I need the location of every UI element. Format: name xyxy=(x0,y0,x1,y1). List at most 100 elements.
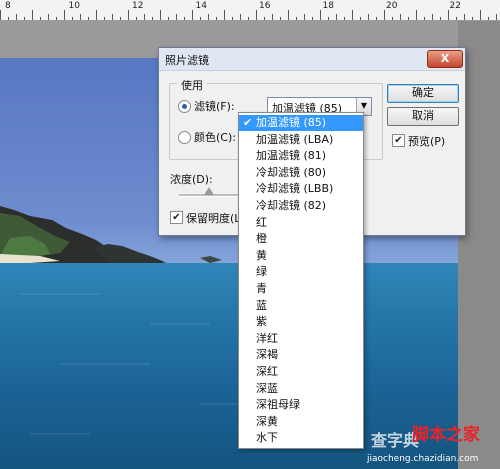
dropdown-option-label: 深蓝 xyxy=(256,381,278,395)
ruler-tick xyxy=(360,17,361,20)
dropdown-option[interactable]: 深蓝 xyxy=(239,381,363,397)
filter-radio-label: 滤镜(F): xyxy=(194,100,235,113)
dropdown-option[interactable]: 深褐 xyxy=(239,347,363,363)
ruler-number: 8 xyxy=(5,1,11,11)
dropdown-option-label: 青 xyxy=(256,282,267,295)
dropdown-option[interactable]: 深祖母绿 xyxy=(239,397,363,413)
ruler-tick xyxy=(472,17,473,20)
dropdown-option[interactable]: 青 xyxy=(239,281,363,297)
ruler-tick xyxy=(352,10,353,20)
dropdown-option[interactable]: 黄 xyxy=(239,248,363,264)
ruler-tick xyxy=(184,17,185,20)
close-button[interactable]: X xyxy=(427,50,463,68)
ruler-number: 10 xyxy=(68,1,80,11)
ruler-tick xyxy=(200,17,201,20)
dropdown-option[interactable]: 加温滤镜 (LBA) xyxy=(239,132,363,148)
dropdown-option-label: 紫 xyxy=(256,315,267,329)
ruler-tick xyxy=(264,17,265,20)
dropdown-option-label: 橙 xyxy=(256,232,267,246)
dropdown-option[interactable]: 深红 xyxy=(239,364,363,380)
ruler-tick xyxy=(408,17,409,20)
ruler-tick xyxy=(48,14,49,20)
ruler-number: 22 xyxy=(449,1,461,11)
ruler-tick xyxy=(256,10,257,20)
dropdown-option[interactable]: 绿 xyxy=(239,264,363,280)
ruler-tick xyxy=(432,14,433,20)
ruler-tick xyxy=(128,10,129,20)
ruler-tick xyxy=(272,14,273,20)
color-radio-label: 颜色(C): xyxy=(194,131,236,144)
ruler-tick xyxy=(96,10,97,20)
ruler-tick xyxy=(88,17,89,20)
ruler-tick xyxy=(176,14,177,20)
ruler-tick xyxy=(248,17,249,20)
ruler-tick xyxy=(144,14,145,20)
ok-button[interactable]: 确定 xyxy=(387,84,459,103)
ruler-tick xyxy=(280,17,281,20)
dropdown-option[interactable]: 深黄 xyxy=(239,414,363,430)
ruler-tick xyxy=(160,10,161,20)
color-radio[interactable] xyxy=(178,131,191,144)
ruler-tick xyxy=(456,17,457,20)
ruler-tick xyxy=(368,14,369,20)
ruler-tick xyxy=(192,10,193,20)
dropdown-option-label: 冷却滤镜 (82) xyxy=(256,199,327,212)
dropdown-option[interactable]: 冷却滤镜 (80) xyxy=(239,165,363,181)
ruler-tick xyxy=(400,14,401,20)
ruler-number: 12 xyxy=(132,1,144,11)
ruler-tick xyxy=(64,10,65,20)
dropdown-option-label: 黄 xyxy=(256,248,267,262)
filter-dropdown-list: ✔ 加温滤镜 (85) 加温滤镜 (LBA) 加温滤镜 (81) 冷却滤镜 (80) 冷却… xyxy=(238,112,364,449)
dropdown-option-label: 蓝 xyxy=(256,298,267,312)
ruler-tick xyxy=(312,17,313,20)
dropdown-option[interactable]: 红 xyxy=(239,215,363,231)
dropdown-option[interactable]: 冷却滤镜 (82) xyxy=(239,198,363,214)
dropdown-option[interactable]: 冷却滤镜 (LBB) xyxy=(239,181,363,197)
dropdown-option[interactable]: 橙 xyxy=(239,231,363,247)
preserve-luminosity-checkbox[interactable]: ✔ xyxy=(170,211,183,224)
ruler-tick xyxy=(40,17,41,20)
ruler-number: 20 xyxy=(386,1,398,11)
ruler-tick xyxy=(336,14,337,20)
dropdown-option[interactable]: 加温滤镜 (81) xyxy=(239,148,363,164)
density-slider-thumb[interactable] xyxy=(204,187,214,195)
ruler-tick xyxy=(464,14,465,20)
ruler: 8 10 12 14 16 18 20 22 xyxy=(0,0,500,21)
dropdown-option[interactable]: 洋红 xyxy=(239,331,363,347)
dropdown-option-label: 加温滤镜 (81) xyxy=(256,149,327,163)
dropdown-option-label: 冷却滤镜 (LBB) xyxy=(256,182,334,196)
dropdown-option[interactable]: ✔ 加温滤镜 (85) xyxy=(239,115,363,131)
cancel-button[interactable]: 取消 xyxy=(387,107,459,126)
dialog-title: 照片滤镜 xyxy=(165,54,209,67)
dropdown-option[interactable]: 水下 xyxy=(239,430,363,446)
dropdown-option[interactable]: 蓝 xyxy=(239,298,363,314)
ruler-tick xyxy=(328,17,329,20)
ruler-tick xyxy=(384,10,385,20)
ruler-tick xyxy=(104,17,105,20)
ruler-tick xyxy=(216,17,217,20)
check-icon: ✔ xyxy=(243,116,253,129)
ruler-number: 18 xyxy=(322,1,334,11)
dropdown-option-label: 加温滤镜 (LBA) xyxy=(256,132,334,146)
ruler-tick xyxy=(0,10,1,20)
ruler-tick xyxy=(24,17,25,20)
ruler-number: 14 xyxy=(195,1,207,11)
dialog-titlebar[interactable]: 照片滤镜 X xyxy=(159,48,465,71)
filter-radio[interactable] xyxy=(178,100,191,113)
ruler-tick xyxy=(32,10,33,20)
dropdown-option-label: 深祖母绿 xyxy=(256,398,300,412)
preview-checkbox[interactable]: ✔ xyxy=(392,134,405,147)
ruler-tick xyxy=(112,14,113,20)
ruler-tick xyxy=(488,17,489,20)
dropdown-option-label: 深黄 xyxy=(256,414,278,428)
preview-label: 预览(P) xyxy=(408,135,446,148)
density-label: 浓度(D): xyxy=(170,173,213,186)
ruler-tick xyxy=(80,14,81,20)
ruler-tick xyxy=(376,17,377,20)
ruler-tick xyxy=(224,10,225,20)
ruler-tick xyxy=(16,14,17,20)
dropdown-option-label: 加温滤镜 (85) xyxy=(256,116,327,129)
dropdown-option[interactable]: 紫 xyxy=(239,314,363,330)
ruler-tick xyxy=(304,14,305,20)
ruler-tick xyxy=(152,17,153,20)
